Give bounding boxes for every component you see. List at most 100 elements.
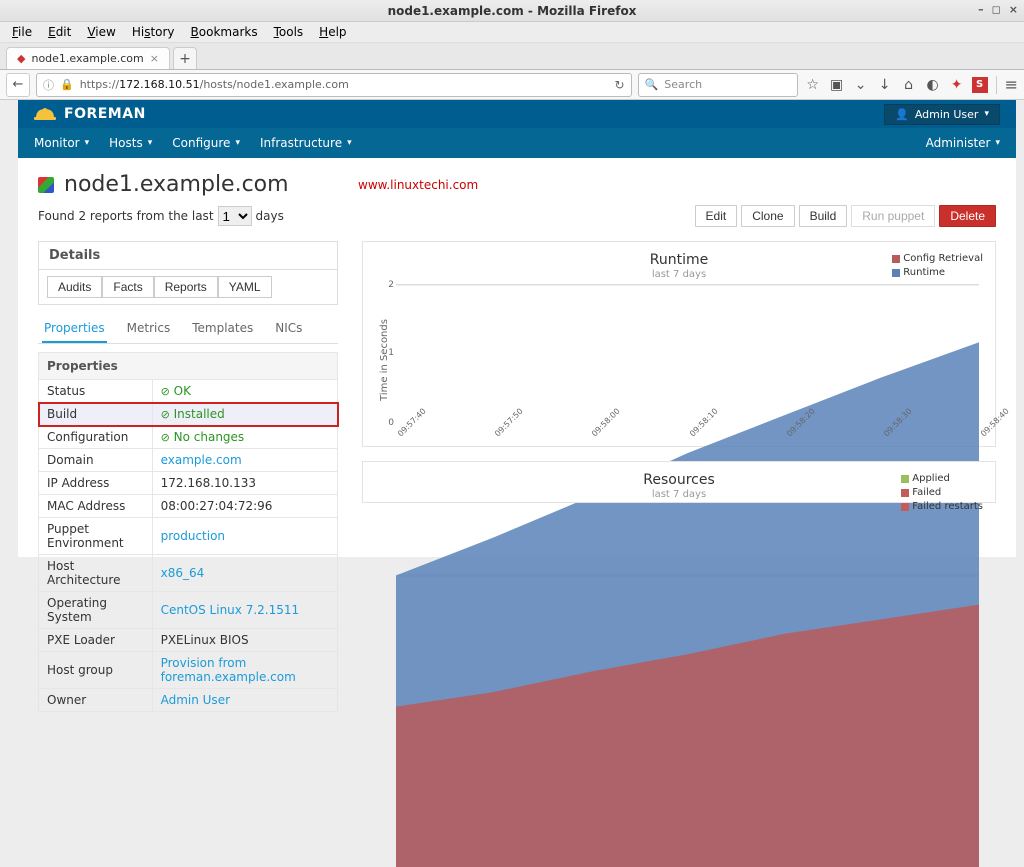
property-value: ⊘ OK (152, 380, 337, 403)
maximize-icon[interactable]: ◻ (992, 3, 1001, 16)
addon-icon-2[interactable]: ✦ (948, 77, 966, 93)
property-row: Puppet Environmentproduction (39, 518, 338, 555)
menu-edit[interactable]: Edit (42, 23, 77, 41)
nav-hosts[interactable]: Hosts▾ (109, 136, 152, 150)
tab-close-icon[interactable]: × (150, 52, 159, 65)
property-key: Operating System (39, 592, 153, 629)
lock-icon: 🔒 (60, 78, 74, 91)
nav-monitor[interactable]: Monitor▾ (34, 136, 89, 150)
addon-icon-1[interactable]: ◐ (924, 77, 942, 93)
nav-administer[interactable]: Administer▾ (926, 136, 1000, 150)
property-value[interactable]: Provision from foreman.example.com (152, 652, 337, 689)
info-icon[interactable]: ⓘ (43, 77, 54, 93)
edit-button[interactable]: Edit (695, 205, 738, 227)
reports-days-select[interactable]: 1 (218, 206, 252, 226)
brand-icon (34, 106, 56, 122)
search-box[interactable]: 🔍 Search (638, 73, 798, 97)
user-icon: 👤 (895, 108, 909, 121)
property-key: Owner (39, 689, 153, 712)
back-button[interactable]: ← (6, 73, 30, 97)
x-tick: 09:58:40 (979, 407, 1011, 439)
nav-configure[interactable]: Configure▾ (172, 136, 240, 150)
close-icon[interactable]: × (1009, 3, 1018, 16)
legend-item[interactable]: Runtime (892, 266, 983, 280)
property-value[interactable]: example.com (152, 449, 337, 472)
property-key: Build (39, 403, 153, 426)
resources-chart: Resources last 7 days AppliedFailedFaile… (362, 461, 996, 503)
home-icon[interactable]: ⌂ (900, 77, 918, 93)
property-key: Status (39, 380, 153, 403)
tab-nics[interactable]: NICs (273, 315, 304, 343)
property-value[interactable]: production (152, 518, 337, 555)
property-key: IP Address (39, 472, 153, 495)
admin-user-menu[interactable]: 👤 Admin User ▾ (884, 104, 1000, 125)
tab-metrics[interactable]: Metrics (125, 315, 173, 343)
library-icon[interactable]: ▣ (828, 77, 846, 93)
legend-item[interactable]: Applied (901, 472, 983, 486)
search-placeholder: Search (664, 78, 702, 91)
property-row: Status⊘ OK (39, 380, 338, 403)
yaml-button[interactable]: YAML (218, 276, 272, 298)
properties-header: Properties (39, 353, 338, 380)
reports-summary: Found 2 reports from the last (38, 209, 214, 223)
legend-item[interactable]: Failed (901, 486, 983, 500)
run-puppet-button[interactable]: Run puppet (851, 205, 935, 227)
delete-button[interactable]: Delete (939, 205, 996, 227)
nav-infrastructure[interactable]: Infrastructure▾ (260, 136, 352, 150)
build-button[interactable]: Build (799, 205, 848, 227)
pocket-icon[interactable]: ⌄ (852, 77, 870, 93)
property-row: Operating SystemCentOS Linux 7.2.1511 (39, 592, 338, 629)
brand-title: FOREMAN (64, 106, 146, 122)
addon-s-icon[interactable]: S (972, 77, 988, 93)
favicon-icon: ◆ (17, 52, 25, 65)
property-key: Configuration (39, 426, 153, 449)
audits-button[interactable]: Audits (47, 276, 102, 298)
watermark: www.linuxtechi.com (358, 178, 478, 192)
clone-button[interactable]: Clone (741, 205, 794, 227)
property-row: Domainexample.com (39, 449, 338, 472)
facts-button[interactable]: Facts (102, 276, 153, 298)
tab-properties[interactable]: Properties (42, 315, 107, 343)
menubar: File Edit View History Bookmarks Tools H… (0, 22, 1024, 43)
menu-help[interactable]: Help (313, 23, 352, 41)
downloads-icon[interactable]: ↓ (876, 77, 894, 93)
property-value[interactable]: Admin User (152, 689, 337, 712)
property-key: Puppet Environment (39, 518, 153, 555)
legend-item[interactable]: Failed restarts (901, 500, 983, 514)
menu-history[interactable]: History (126, 23, 181, 41)
runtime-chart: Runtime last 7 days Config RetrievalRunt… (362, 241, 996, 447)
property-value: PXELinux BIOS (152, 629, 337, 652)
property-value: ⊘ No changes (152, 426, 337, 449)
url-bar[interactable]: ⓘ 🔒 https://172.168.10.51/hosts/node1.ex… (36, 73, 632, 97)
menu-tools[interactable]: Tools (268, 23, 310, 41)
tab-templates[interactable]: Templates (190, 315, 255, 343)
property-key: Domain (39, 449, 153, 472)
property-row: OwnerAdmin User (39, 689, 338, 712)
property-row: PXE LoaderPXELinux BIOS (39, 629, 338, 652)
reports-button[interactable]: Reports (154, 276, 218, 298)
menu-bookmarks[interactable]: Bookmarks (185, 23, 264, 41)
property-row: Host groupProvision from foreman.example… (39, 652, 338, 689)
menu-file[interactable]: File (6, 23, 38, 41)
menu-view[interactable]: View (81, 23, 121, 41)
property-value[interactable]: x86_64 (152, 555, 337, 592)
minimize-icon[interactable]: – (978, 3, 984, 16)
property-row: Configuration⊘ No changes (39, 426, 338, 449)
browser-tab[interactable]: ◆ node1.example.com × (6, 47, 170, 69)
menu-icon[interactable]: ≡ (1005, 75, 1018, 94)
property-value: ⊘ Installed (152, 403, 337, 426)
property-value[interactable]: CentOS Linux 7.2.1511 (152, 592, 337, 629)
details-header: Details (39, 242, 337, 270)
property-row: Host Architecturex86_64 (39, 555, 338, 592)
property-row: MAC Address08:00:27:04:72:96 (39, 495, 338, 518)
search-provider-icon: 🔍 (645, 78, 659, 91)
property-key: Host group (39, 652, 153, 689)
legend-item[interactable]: Config Retrieval (892, 252, 983, 266)
new-tab-button[interactable]: + (173, 47, 197, 69)
chevron-down-icon: ▾ (984, 109, 989, 119)
page-title: node1.example.com (64, 172, 289, 197)
property-row: Build⊘ Installed (39, 403, 338, 426)
star-icon[interactable]: ☆ (804, 77, 822, 93)
host-icon (38, 177, 54, 193)
reload-icon[interactable]: ↻ (615, 78, 625, 92)
